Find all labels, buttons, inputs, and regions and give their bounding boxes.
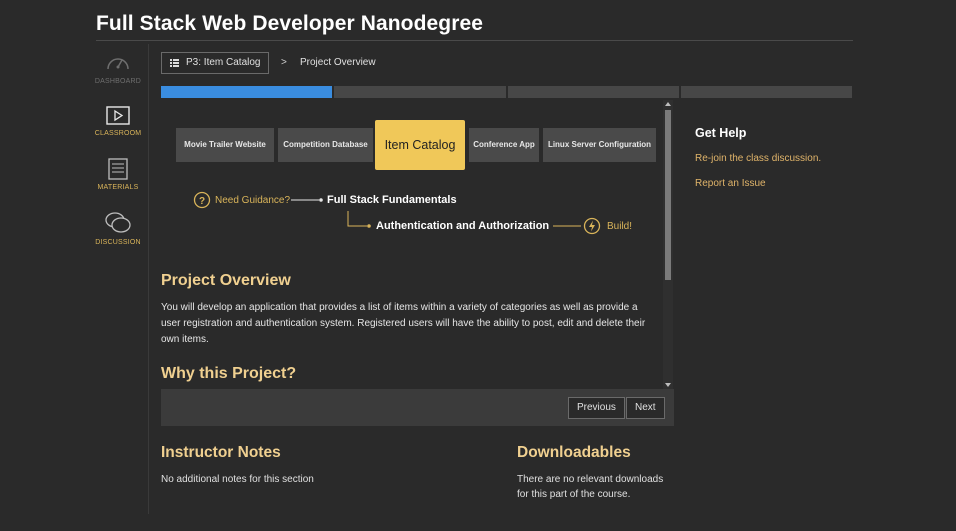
progress-segment[interactable] <box>334 86 506 98</box>
scroll-thumb[interactable] <box>665 110 671 280</box>
why-heading: Why this Project? <box>161 365 297 382</box>
scroll-up-icon[interactable] <box>665 102 671 106</box>
lesson-menu-button[interactable]: P3: Item Catalog <box>161 52 270 74</box>
sidebar-item-label: DISCUSSION <box>95 239 141 246</box>
overview-text: You will develop an application that pro… <box>161 302 646 345</box>
rejoin-discussion-link[interactable]: Re-join the class discussion. <box>695 153 821 164</box>
previous-button[interactable]: Previous <box>568 397 625 419</box>
scroll-down-icon[interactable] <box>665 383 671 387</box>
step-authentication[interactable]: Authentication and Authorization <box>376 220 549 232</box>
build-link[interactable]: Build! <box>607 221 632 232</box>
document-icon <box>108 158 128 180</box>
question-icon: ? <box>193 191 211 209</box>
sidebar-item-label: DASHBOARD <box>94 78 142 85</box>
play-icon <box>106 106 130 125</box>
help-heading: Get Help <box>695 126 747 140</box>
instructor-notes-text: No additional notes for this section <box>161 474 314 485</box>
lesson-content[interactable]: Movie Trailer Website Competition Databa… <box>161 100 661 389</box>
sidebar-divider <box>148 44 149 514</box>
progress-segment[interactable] <box>680 86 852 98</box>
breadcrumb-current: Project Overview <box>300 57 376 68</box>
breadcrumb-separator: > <box>281 57 287 68</box>
overview-heading: Project Overview <box>161 272 291 289</box>
next-button[interactable]: Next <box>626 397 665 419</box>
list-icon <box>170 59 179 67</box>
lesson-navbar: Previous Next <box>161 389 674 426</box>
progress-bar <box>161 86 852 98</box>
sidebar-item-materials[interactable]: MATERIALS <box>88 158 148 191</box>
content-scrollbar[interactable] <box>663 100 673 389</box>
step-full-stack-fundamentals[interactable]: Full Stack Fundamentals <box>327 194 457 206</box>
downloadables-text-2: for this part of the course. <box>517 489 631 500</box>
lightning-icon <box>583 217 601 235</box>
progress-segment[interactable] <box>161 86 333 98</box>
sidebar-item-dashboard[interactable]: DASHBOARD <box>88 52 148 85</box>
title-divider <box>96 40 853 41</box>
report-issue-link[interactable]: Report an Issue <box>695 178 766 189</box>
downloadables-heading: Downloadables <box>517 444 631 461</box>
lesson-menu-label: P3: Item Catalog <box>186 57 261 68</box>
chat-icon <box>105 212 131 233</box>
sidebar-item-classroom[interactable]: CLASSROOM <box>88 106 148 137</box>
progress-segment[interactable] <box>507 86 679 98</box>
instructor-notes-heading: Instructor Notes <box>161 444 281 461</box>
svg-text:?: ? <box>199 196 205 207</box>
dashboard-icon <box>107 58 129 70</box>
need-guidance-link[interactable]: Need Guidance? <box>215 195 290 206</box>
page-title: Full Stack Web Developer Nanodegree <box>96 12 484 35</box>
sidebar-item-label: MATERIALS <box>97 184 139 191</box>
downloadables-text-1: There are no relevant downloads <box>517 474 664 485</box>
sidebar-item-label: CLASSROOM <box>94 130 142 137</box>
sidebar-item-discussion[interactable]: DISCUSSION <box>88 211 148 246</box>
